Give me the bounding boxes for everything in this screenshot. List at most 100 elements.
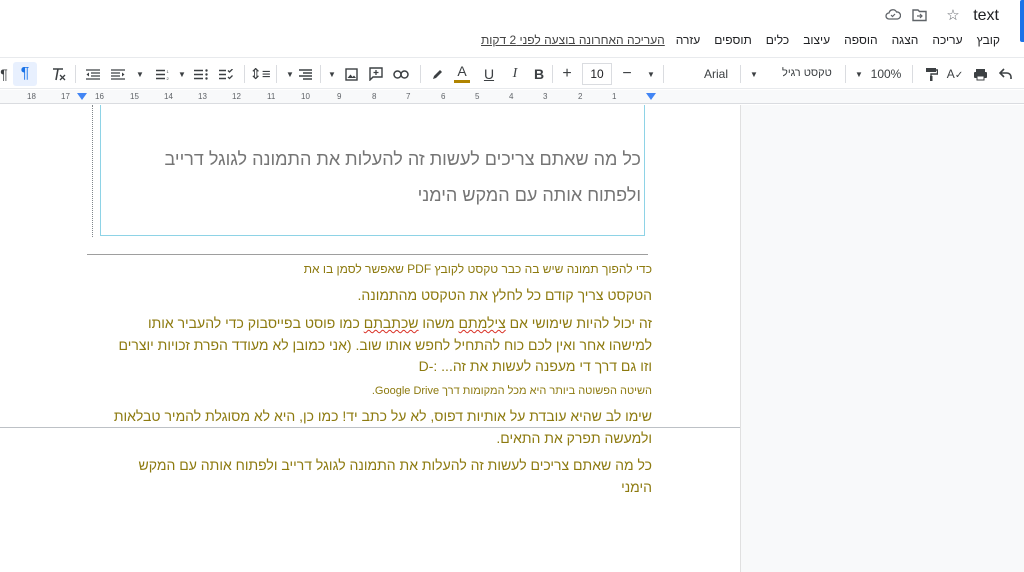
line-spacing-icon[interactable]: ⇕≡ <box>249 62 270 86</box>
decrease-indent-icon[interactable] <box>108 62 128 86</box>
cloud-status-icon[interactable] <box>885 8 902 24</box>
right-indent-marker[interactable] <box>646 93 656 100</box>
svg-text:1: 1 <box>167 69 170 74</box>
increase-indent-icon[interactable] <box>83 62 103 86</box>
chevron-down-icon[interactable]: ▼ <box>284 62 296 86</box>
chevron-down-icon[interactable]: ▼ <box>853 62 865 86</box>
page-break <box>0 427 740 428</box>
ruler-number: 11 <box>267 92 276 101</box>
ruler-number: 13 <box>198 92 207 101</box>
font-select[interactable]: Arial <box>700 62 732 86</box>
menu-help[interactable]: עזרה <box>676 33 701 47</box>
misspelled-word[interactable]: שכתבתם <box>364 315 419 331</box>
paragraph: כל מה שאתם צריכים לעשות זה להעלות את התמ… <box>138 457 652 473</box>
move-folder-icon[interactable] <box>911 8 927 26</box>
textbox-line: ולפתוח אותה עם המקש הימני <box>417 185 641 205</box>
ruler-number: 3 <box>543 92 548 101</box>
bold-button[interactable]: B <box>530 62 548 86</box>
ruler-number: 14 <box>164 92 173 101</box>
table-border <box>92 105 93 237</box>
paint-format-icon[interactable] <box>921 62 941 86</box>
link-icon[interactable] <box>391 62 411 86</box>
document-title[interactable]: text <box>973 7 999 25</box>
increase-font-size-button[interactable]: + <box>557 62 577 86</box>
toolbar-divider <box>912 65 913 83</box>
menu-bar: קובץ עריכה הצגה הוספה עיצוב כלים תוספים … <box>676 33 1000 47</box>
chevron-down-icon[interactable]: ▼ <box>176 62 188 86</box>
align-right-icon[interactable] <box>296 62 314 86</box>
chevron-down-icon[interactable]: ▼ <box>326 62 338 86</box>
numbered-list-icon[interactable]: 12 <box>153 62 173 86</box>
toolbar-divider <box>740 65 741 83</box>
chevron-down-icon[interactable]: ▼ <box>134 62 146 86</box>
toolbar: A✓ 100% ▼ טקסט רגיל ▼ Arial ▼ − 10 + B I… <box>0 57 1024 89</box>
paragraph: שימו לב שהיא עובדת על אותיות דפוס, לא על… <box>113 408 652 424</box>
text-box[interactable]: כל מה שאתם צריכים לעשות זה להעלות את התמ… <box>100 105 645 236</box>
ruler-number: 9 <box>337 92 342 101</box>
paragraph: הטקסט צריך קודם כל לחלץ את הטקסט מהתמונה… <box>357 287 653 303</box>
horizontal-rule <box>87 254 648 255</box>
menu-addons[interactable]: תוספים <box>714 33 752 47</box>
ruler-number: 15 <box>130 92 139 101</box>
ruler-number: 1 <box>612 92 617 101</box>
textbox-line: כל מה שאתם צריכים לעשות זה להעלות את התמ… <box>164 149 641 169</box>
paragraph-text: משהו <box>418 315 459 331</box>
spellcheck-icon[interactable]: A✓ <box>945 62 965 86</box>
decrease-font-size-button[interactable]: − <box>617 62 637 86</box>
last-edit-link[interactable]: העריכה האחרונה בוצעה לפני 2 דקות <box>481 33 665 47</box>
toolbar-divider <box>244 65 245 83</box>
style-select[interactable]: טקסט רגיל <box>782 67 832 79</box>
paragraph: הימני <box>621 479 652 495</box>
italic-button[interactable]: I <box>506 62 524 86</box>
svg-text:2: 2 <box>167 76 170 80</box>
paragraph: וזו גם דרך די מעפנה לעשות את זה... :-D <box>418 358 652 374</box>
print-icon[interactable] <box>970 62 990 86</box>
zoom-select[interactable]: 100% <box>870 62 902 86</box>
undo-icon[interactable] <box>996 62 1016 86</box>
menu-tools[interactable]: כלים <box>766 33 789 47</box>
ruler-number: 6 <box>441 92 446 101</box>
ruler-number: 12 <box>232 92 241 101</box>
underline-button[interactable]: U <box>480 62 498 86</box>
chevron-down-icon[interactable]: ▼ <box>748 62 760 86</box>
paragraph-text: זה יכול להיות שימושי אם <box>505 315 652 331</box>
ruler-number: 18 <box>27 92 36 101</box>
toolbar-divider <box>845 65 846 83</box>
paragraph: זה יכול להיות שימושי אם צילמתם משהו שכתב… <box>148 315 652 331</box>
paragraph: השיטה הפשוטה ביותר היא מכל המקומות דרך G… <box>371 385 652 397</box>
share-button-edge[interactable] <box>1020 0 1024 42</box>
chevron-down-icon[interactable]: ▼ <box>645 62 657 86</box>
add-comment-icon[interactable] <box>366 62 386 86</box>
ruler-number: 8 <box>372 92 377 101</box>
highlight-icon[interactable] <box>428 62 446 86</box>
paragraph: למישהו אחר ואין לכם כוח להתחיל לחפש אותו… <box>118 337 652 353</box>
ruler-number: 17 <box>61 92 70 101</box>
star-icon[interactable]: ☆ <box>945 8 961 24</box>
insert-image-icon[interactable] <box>341 62 361 86</box>
checklist-icon[interactable] <box>216 62 236 86</box>
menu-format[interactable]: עיצוב <box>803 33 830 47</box>
toolbar-divider <box>276 65 277 83</box>
clear-formatting-icon[interactable] <box>49 62 69 86</box>
ruler-number: 16 <box>95 92 104 101</box>
page-margin-area <box>740 105 1024 572</box>
menu-insert[interactable]: הוספה <box>844 33 877 47</box>
toolbar-divider <box>552 65 553 83</box>
ruler[interactable]: 18 17 16 15 14 13 12 11 10 9 8 7 6 5 4 3… <box>0 90 1024 104</box>
rtl-paragraph-icon[interactable]: ¶ <box>13 62 37 86</box>
paragraph: ולמעשה תפרק את התאים. <box>496 430 652 446</box>
toolbar-divider <box>75 65 76 83</box>
menu-edit[interactable]: עריכה <box>932 33 962 47</box>
toolbar-divider <box>320 65 321 83</box>
ruler-number: 10 <box>301 92 310 101</box>
bulleted-list-icon[interactable] <box>191 62 211 86</box>
misspelled-word[interactable]: צילמתם <box>459 315 506 331</box>
menu-view[interactable]: הצגה <box>892 33 919 47</box>
left-indent-marker[interactable] <box>77 93 87 100</box>
menu-file[interactable]: קובץ <box>977 33 1000 47</box>
toolbar-divider <box>663 65 664 83</box>
ltr-paragraph-icon[interactable]: ¶ <box>0 62 8 86</box>
font-size-input[interactable]: 10 <box>582 63 612 85</box>
paragraph: כדי להפוך תמונה שיש בה כבר טקסט לקובץ PD… <box>303 262 652 276</box>
ruler-number: 2 <box>578 92 583 101</box>
